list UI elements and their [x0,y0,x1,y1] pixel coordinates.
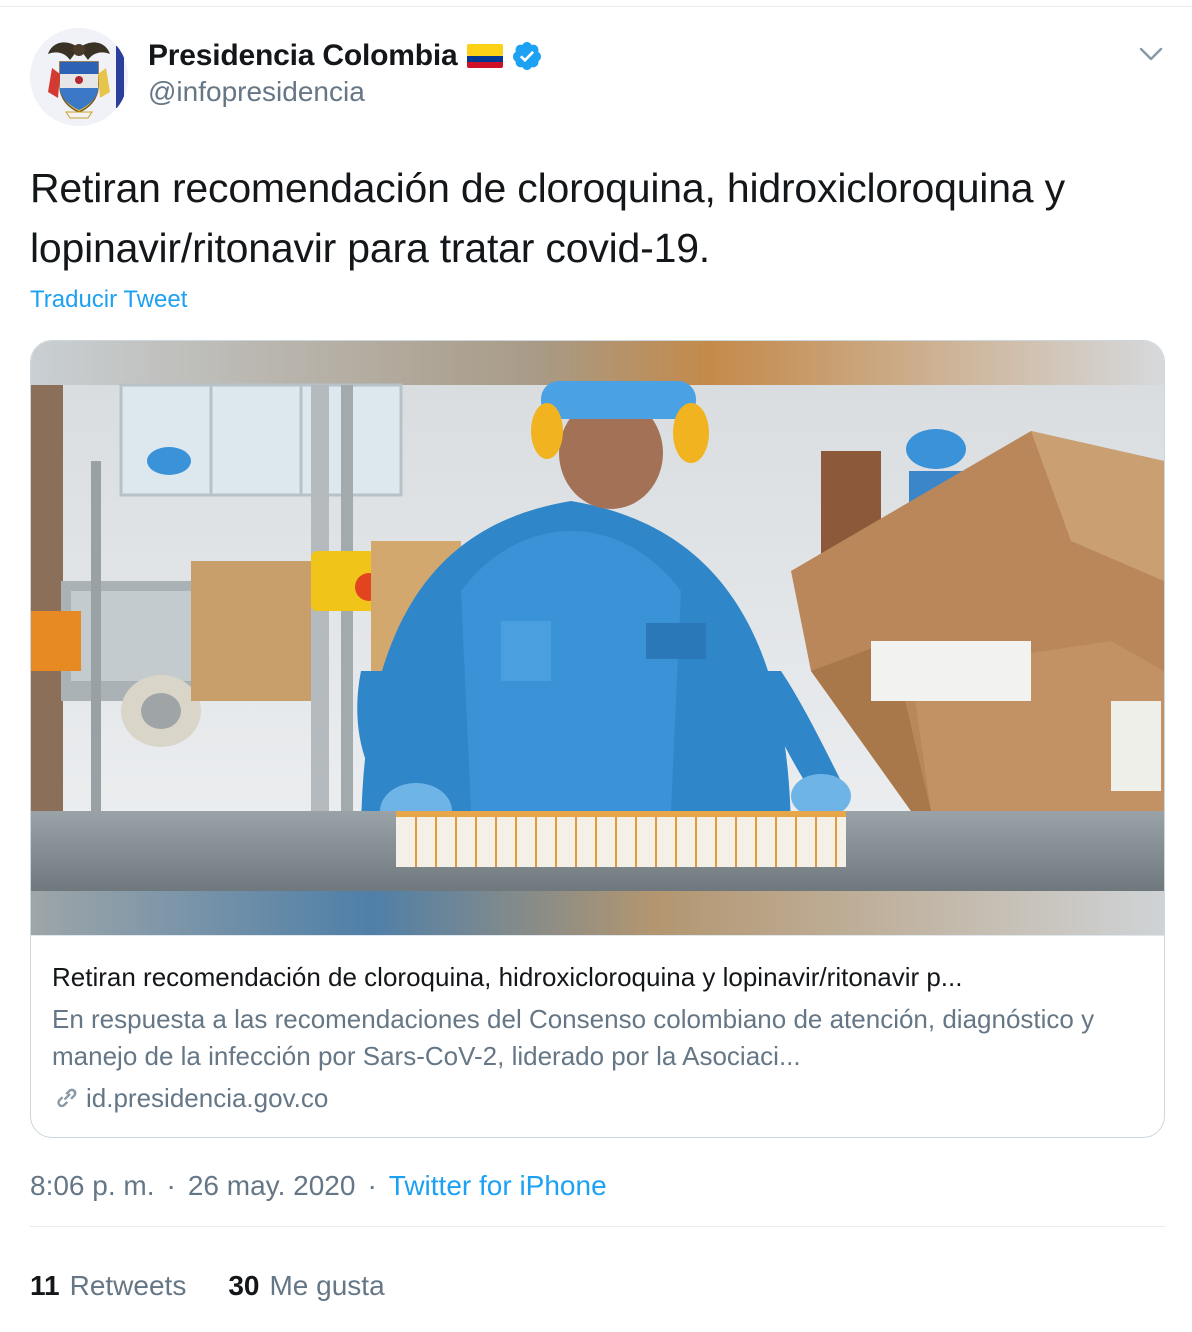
author-display-name[interactable]: Presidencia Colombia [148,39,458,73]
likes-stat[interactable]: 30 Me gusta [228,1270,384,1302]
tweet-date[interactable]: 26 may. 2020 [188,1170,356,1202]
card-domain-row[interactable]: id.presidencia.gov.co [52,1079,328,1117]
chevron-down-icon[interactable] [1136,40,1166,68]
top-divider [0,6,1192,7]
verified-badge-icon [511,40,543,72]
factory-worker-photo [31,341,1164,935]
tweet-source-link[interactable]: Twitter for iPhone [389,1170,607,1202]
coat-of-arms-icon [30,28,128,126]
link-preview-card[interactable]: Retiran recomendación de cloroquina, hid… [30,340,1165,1138]
author-avatar[interactable] [30,28,128,126]
tweet-meta: 8:06 p. m. · 26 may. 2020 · Twitter for … [30,1170,607,1202]
translate-tweet-link[interactable]: Traducir Tweet [30,286,187,314]
retweets-count: 11 [30,1270,60,1301]
card-domain[interactable]: id.presidencia.gov.co [86,1083,328,1114]
author-handle[interactable]: @infopresidencia [148,76,365,108]
tweet-stats: 11 Retweets 30 Me gusta [30,1270,385,1302]
retweets-label: Retweets [69,1270,187,1301]
stats-divider [30,1226,1165,1227]
likes-count: 30 [228,1270,260,1301]
retweets-stat[interactable]: 11 Retweets [30,1270,186,1302]
tweet-time[interactable]: 8:06 p. m. [30,1170,155,1202]
likes-label: Me gusta [269,1270,385,1301]
card-title[interactable]: Retiran recomendación de cloroquina, hid… [52,959,1142,995]
card-description: En respuesta a las recomendaciones del C… [52,1004,1095,1071]
card-divider [31,935,1164,936]
tweet-text: Retiran recomendación de cloroquina, hid… [30,165,1065,271]
card-image[interactable] [31,341,1164,935]
link-icon [52,1084,80,1112]
author-name-row[interactable]: Presidencia Colombia [148,36,543,76]
meta-separator: · [166,1170,176,1201]
meta-separator: · [367,1170,377,1201]
colombia-flag-icon [467,42,504,70]
